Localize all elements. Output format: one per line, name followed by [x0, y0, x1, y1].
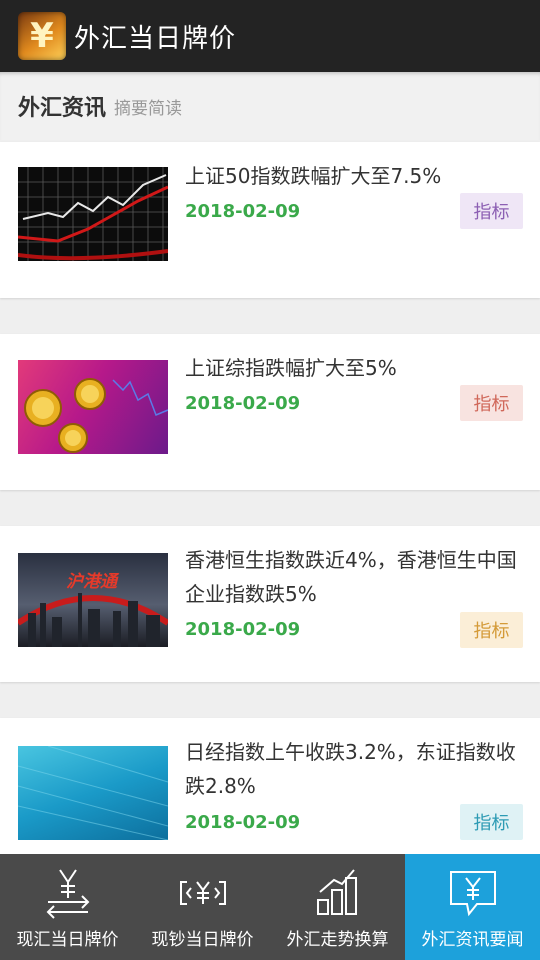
nav-label: 现钞当日牌价 [151, 930, 254, 950]
tag-badge: 指标 [460, 385, 523, 421]
news-date: 2018-02-09 [185, 201, 301, 222]
news-date: 2018-02-09 [185, 619, 301, 640]
news-card[interactable]: 上证50指数跌幅扩大至7.5% 2018-02-09 指标 [0, 142, 540, 298]
yen-banknote-icon [179, 881, 226, 905]
tag-badge: 指标 [460, 804, 523, 840]
app-logo-icon: ¥ [18, 12, 66, 60]
nav-label: 外汇资讯要闻 [421, 930, 524, 950]
tag-badge: 指标 [460, 612, 523, 648]
section-header: 外汇资讯 摘要简读 [0, 72, 540, 140]
nav-item-cash-exchange[interactable]: 现钞当日牌价 [135, 854, 270, 960]
news-title[interactable]: 上证50指数跌幅扩大至7.5% [185, 159, 530, 193]
tag-badge: 指标 [460, 193, 523, 229]
news-card[interactable]: 沪港通 香港恒生指数跌近4%，香港恒生中国企业指数跌5% 2018-02-09 … [0, 526, 540, 682]
gold-coins-thumbnail [18, 360, 168, 454]
stock-chart-thumbnail [18, 167, 168, 261]
section-subtitle: 摘要简读 [114, 98, 183, 119]
nav-label: 外汇走势换算 [286, 930, 389, 950]
news-card[interactable]: 日经指数上午收跌3.2%，东证指数收跌2.8% 2018-02-09 指标 [0, 718, 540, 854]
bottom-navigation: 现汇当日牌价 现钞当日牌价 外汇走势换算 外汇资讯要闻 [0, 854, 540, 960]
bar-trend-icon [316, 869, 357, 915]
news-date: 2018-02-09 [185, 393, 301, 414]
shanghai-hk-connect-thumbnail: 沪港通 [18, 553, 168, 647]
yen-exchange-icon [46, 869, 89, 919]
news-title[interactable]: 香港恒生指数跌近4%，香港恒生中国企业指数跌5% [185, 543, 530, 611]
news-date: 2018-02-09 [185, 812, 301, 833]
yen-message-icon [449, 871, 496, 917]
news-card[interactable]: 上证综指跌幅扩大至5% 2018-02-09 指标 [0, 334, 540, 490]
nav-item-trend-conversion[interactable]: 外汇走势换算 [270, 854, 405, 960]
news-title[interactable]: 日经指数上午收跌3.2%，东证指数收跌2.8% [185, 735, 530, 803]
nav-item-spot-exchange[interactable]: 现汇当日牌价 [0, 854, 135, 960]
app-title: 外汇当日牌价 [74, 23, 237, 54]
thumbnail-caption: 沪港通 [66, 572, 117, 592]
nav-item-news[interactable]: 外汇资讯要闻 [405, 854, 540, 960]
section-title: 外汇资讯 [18, 96, 107, 121]
news-title[interactable]: 上证综指跌幅扩大至5% [185, 351, 530, 385]
nav-label: 现汇当日牌价 [16, 930, 119, 950]
app-bar: ¥ 外汇当日牌价 [0, 0, 540, 72]
blue-abstract-thumbnail [18, 746, 168, 840]
